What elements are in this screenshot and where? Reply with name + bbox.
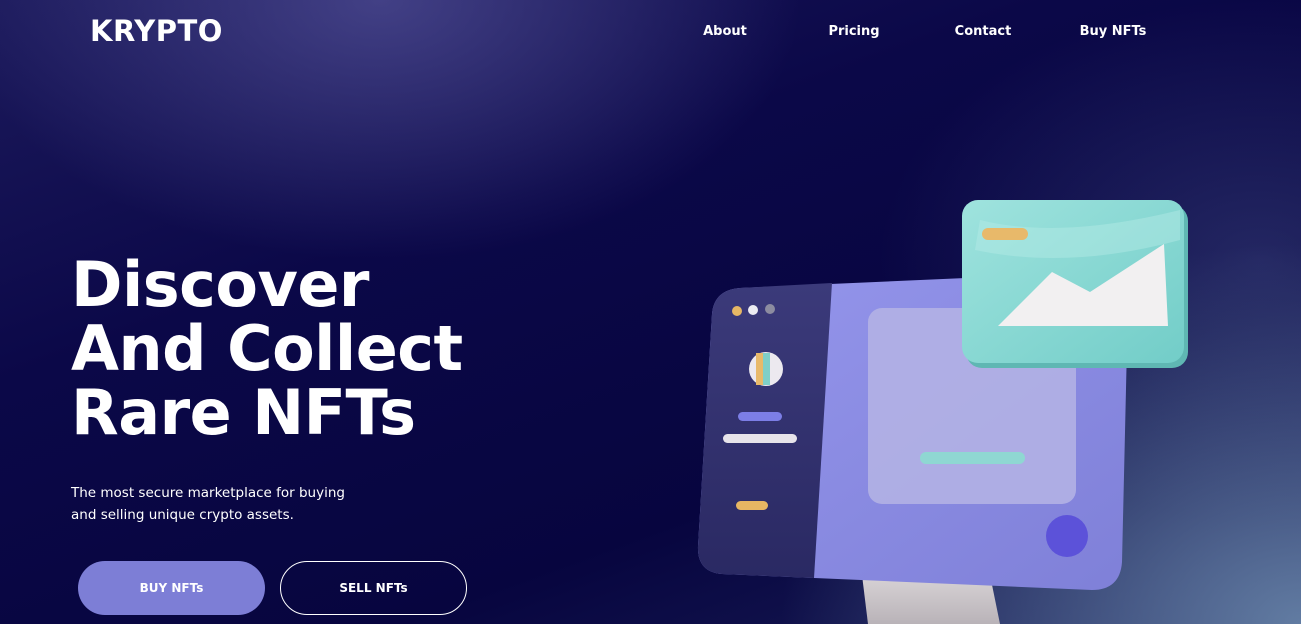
- image-card: [962, 200, 1188, 368]
- nft-gallery-illustration: [697, 200, 1188, 624]
- nav-pricing[interactable]: Pricing: [828, 24, 879, 39]
- hero-headline-line-3: Rare NFTs: [71, 376, 416, 449]
- top-nav: About Pricing Contact Buy NFTs: [0, 24, 1301, 44]
- sell-nfts-button[interactable]: SELL NFTs: [280, 561, 467, 615]
- action-circle-icon: [1046, 515, 1088, 557]
- hero-headline-line-1: Discover: [71, 248, 370, 321]
- hero-subtitle-line-2: and selling unique crypto assets.: [71, 507, 294, 523]
- sidebar-bar-3: [736, 501, 768, 510]
- avatar-icon: [749, 352, 783, 386]
- content-card-bar: [920, 452, 1025, 464]
- hero-headline: Discover And Collect Rare NFTs: [71, 253, 463, 445]
- nav-contact[interactable]: Contact: [955, 24, 1012, 39]
- hero-subtitle: The most secure marketplace for buying a…: [71, 482, 371, 526]
- hero-subtitle-line-1: The most secure marketplace for buying: [71, 485, 345, 501]
- buy-nfts-button[interactable]: BUY NFTs: [78, 561, 265, 615]
- nav-buy-nfts[interactable]: Buy NFTs: [1080, 24, 1147, 39]
- sidebar-bar-2: [723, 434, 797, 443]
- sidebar-bar-1: [738, 412, 782, 421]
- hero-headline-line-2: And Collect: [71, 312, 463, 385]
- nav-about[interactable]: About: [703, 24, 747, 39]
